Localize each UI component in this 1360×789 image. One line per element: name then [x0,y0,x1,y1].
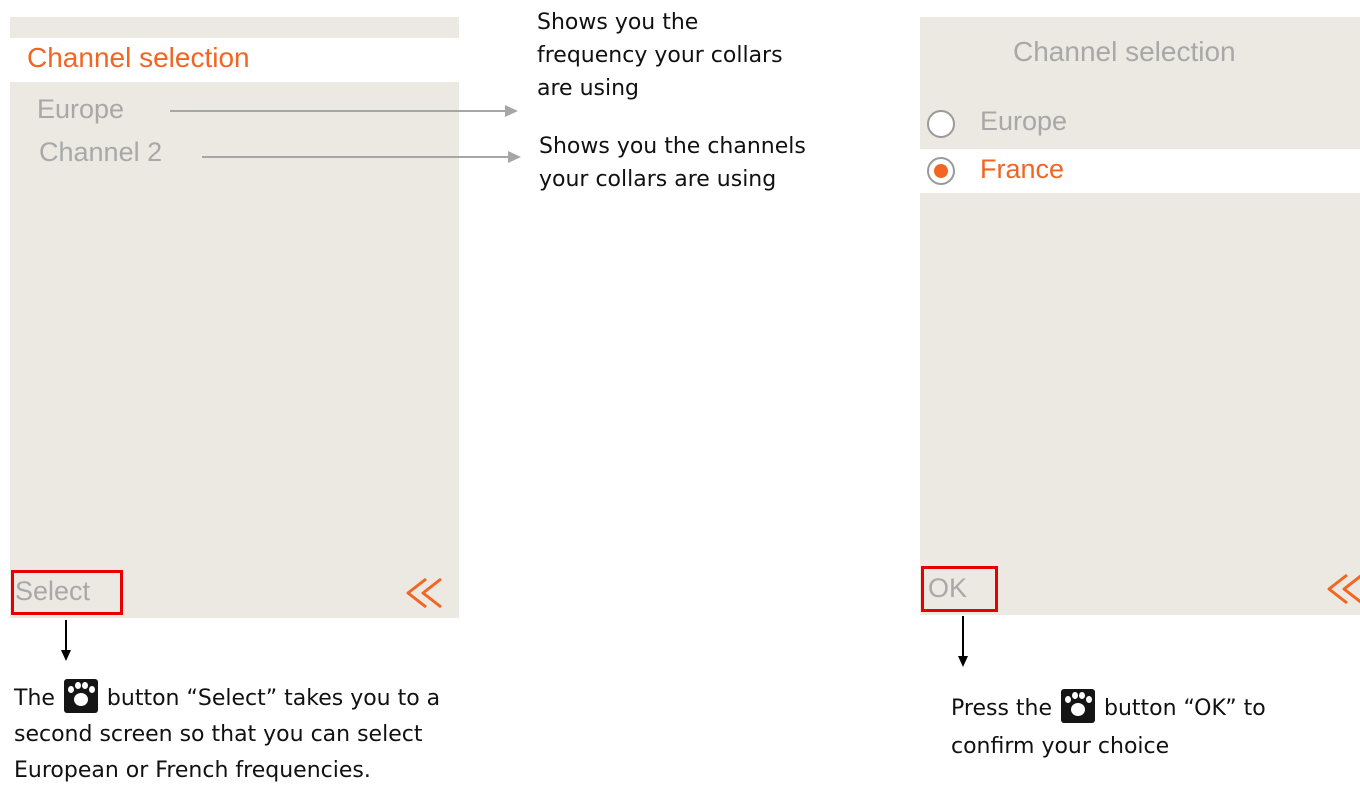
option-label: Europe [980,106,1068,136]
options-title: Channel selection [1013,36,1236,67]
channel-options-screen: Channel selection Europe France OK [920,17,1360,615]
frequency-note-line: are using [537,76,639,101]
ok-note-text: Press the [951,696,1052,721]
select-note-text: button “Select” takes you to a [106,686,441,711]
channel-annotation: Shows you the channels your collars are … [539,130,806,196]
radio-selected-icon[interactable] [927,157,955,185]
channel-note-line: your collars are using [539,167,777,192]
select-note-line: European or French frequencies. [14,758,371,783]
radio-unselected-icon[interactable] [927,110,955,138]
select-annotation: The button “Select” takes you to a secon… [14,679,440,789]
option-label: France [980,154,1065,184]
select-note-text: The [14,686,55,711]
frequency-annotation: Shows you the frequency your collars are… [537,6,783,105]
channel-note-line: Shows you the channels [539,134,806,159]
ok-softkey[interactable]: OK [928,573,967,604]
ok-annotation: Press the button “OK” to confirm your ch… [951,689,1266,766]
paw-icon [1061,689,1095,723]
select-note-line: second screen so that you can select [14,722,423,747]
frequency-note-line: frequency your collars [537,43,783,68]
ok-note-text: button “OK” to [1104,696,1266,721]
ok-note-line: confirm your choice [951,734,1170,759]
option-france[interactable]: France [920,149,1360,193]
double-chevron-left-icon[interactable] [1326,573,1360,605]
option-europe[interactable]: Europe [920,104,1360,144]
frequency-note-line: Shows you the [537,10,699,35]
paw-icon [63,679,98,713]
